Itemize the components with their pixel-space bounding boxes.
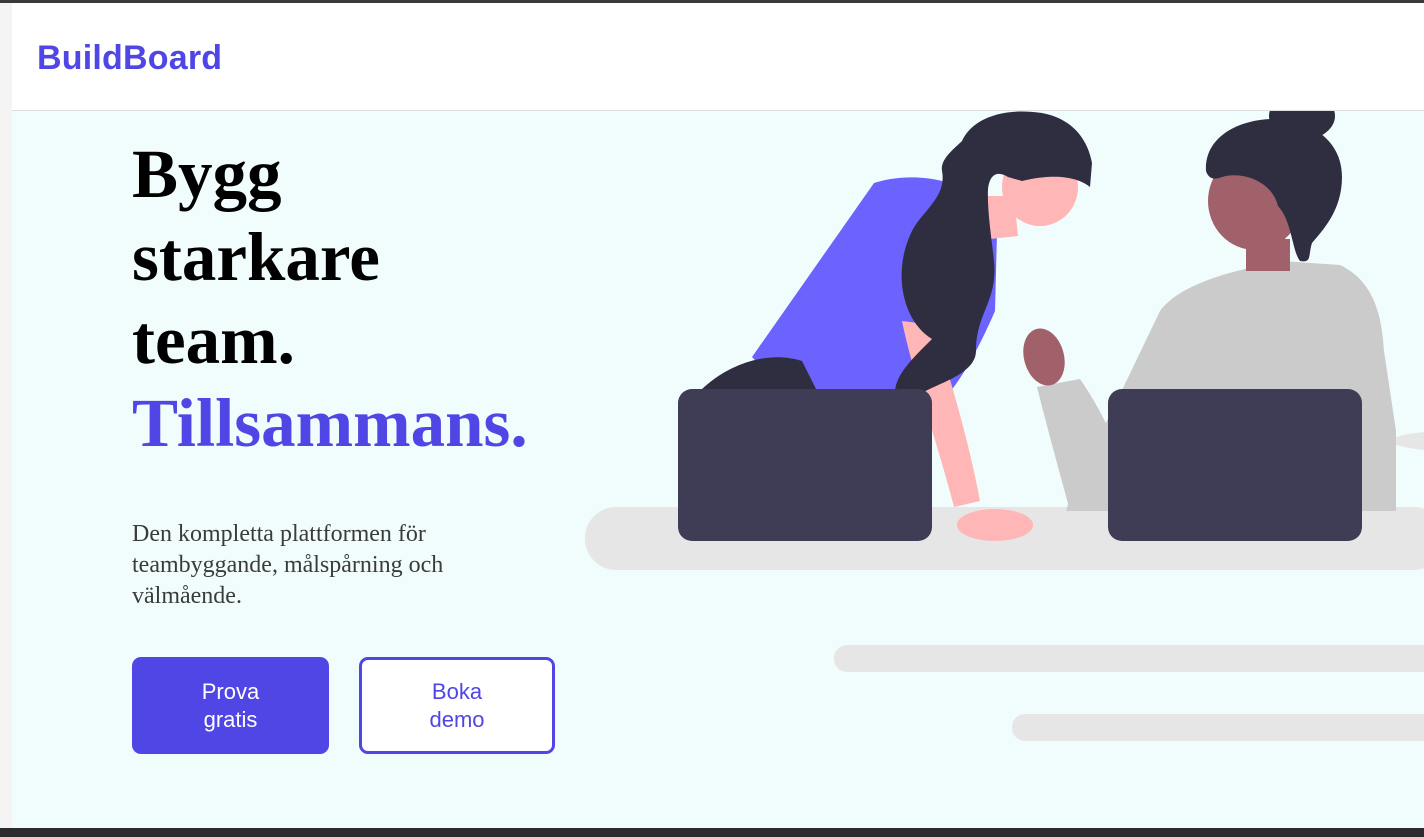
hero-title-line-2: starkare [132,219,380,295]
floor-line-1 [834,645,1424,672]
hero-title-line-1: Bygg [132,136,282,212]
laptop-left [678,389,932,541]
try-free-button-label: Prova gratis [201,678,260,732]
hand-light [957,509,1033,541]
floor-line-2 [1012,714,1424,741]
window-bottom-edge [0,828,1424,837]
hero-subtitle: Den kompletta plattformen för teambyggan… [132,521,444,609]
hero-title-line-3: team. [132,302,295,378]
landing-page: BuildBoard Bygg starkare team. Tillsamma… [12,3,1424,828]
laptop-right [1108,389,1362,541]
book-demo-button-label: Boka demo [429,678,485,732]
hero-title-accent: Tillsammans. [132,385,528,461]
try-free-button[interactable]: Prova gratis [132,657,329,754]
raised-hand [1023,328,1065,386]
hero-title: Bygg starkare team. Tillsammans. [132,133,592,465]
navbar: BuildBoard [12,3,1424,111]
wall-shadow [1392,432,1424,450]
book-demo-button[interactable]: Boka demo [359,657,555,754]
logo[interactable]: BuildBoard [37,39,222,78]
